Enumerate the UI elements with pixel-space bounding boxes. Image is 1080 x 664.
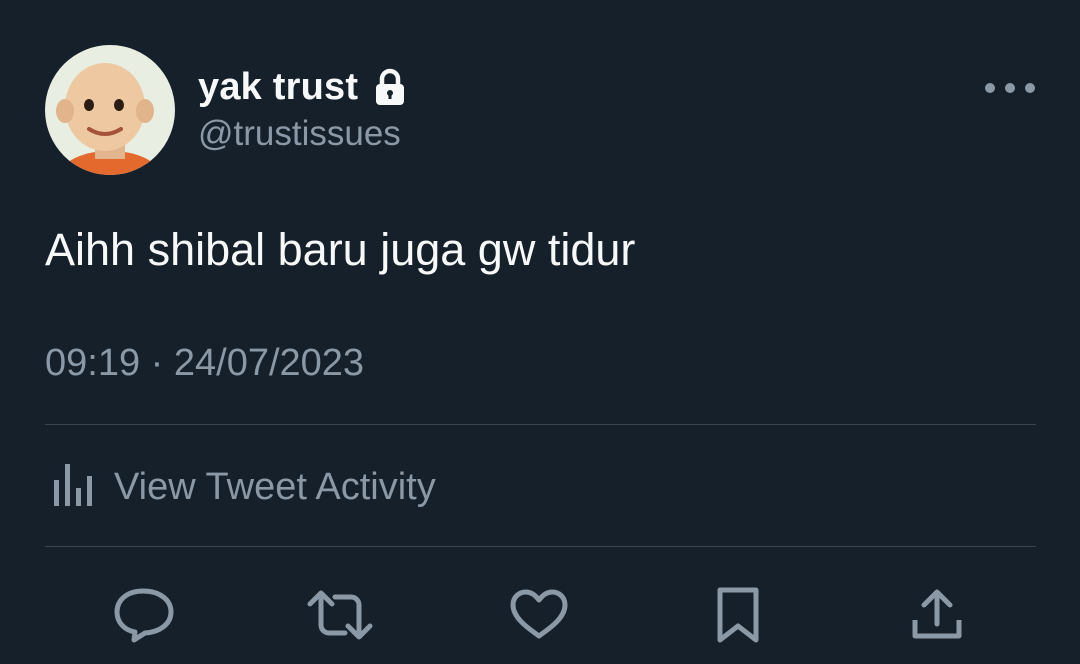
- avatar[interactable]: [45, 45, 175, 175]
- more-horizontal-icon[interactable]: [978, 70, 1042, 106]
- lock-icon: [374, 68, 406, 106]
- reply-button[interactable]: [109, 580, 179, 650]
- reply-icon: [114, 588, 174, 643]
- share-button[interactable]: [902, 580, 972, 650]
- user-handle[interactable]: @trustissues: [198, 114, 401, 154]
- bookmark-icon: [717, 587, 759, 643]
- view-tweet-activity-label: View Tweet Activity: [114, 465, 436, 508]
- tweet-actions-bar: [0, 580, 1080, 650]
- tweet-text: Aihh shibal baru juga gw tidur: [45, 224, 636, 275]
- divider: [45, 424, 1036, 425]
- user-name-row[interactable]: yak trust: [198, 62, 406, 112]
- divider: [45, 546, 1036, 547]
- retweet-icon: [307, 590, 373, 640]
- tweet-timestamp[interactable]: 09:19 · 24/07/2023: [45, 342, 364, 385]
- like-button[interactable]: [504, 580, 574, 650]
- bar-chart-icon: [50, 458, 96, 517]
- display-name[interactable]: yak trust: [198, 66, 358, 109]
- bookmark-button[interactable]: [703, 580, 773, 650]
- retweet-button[interactable]: [305, 580, 375, 650]
- avatar-image: [45, 45, 175, 175]
- share-icon: [912, 589, 962, 639]
- heart-icon: [510, 589, 568, 639]
- view-tweet-activity-button[interactable]: View Tweet Activity: [50, 460, 436, 514]
